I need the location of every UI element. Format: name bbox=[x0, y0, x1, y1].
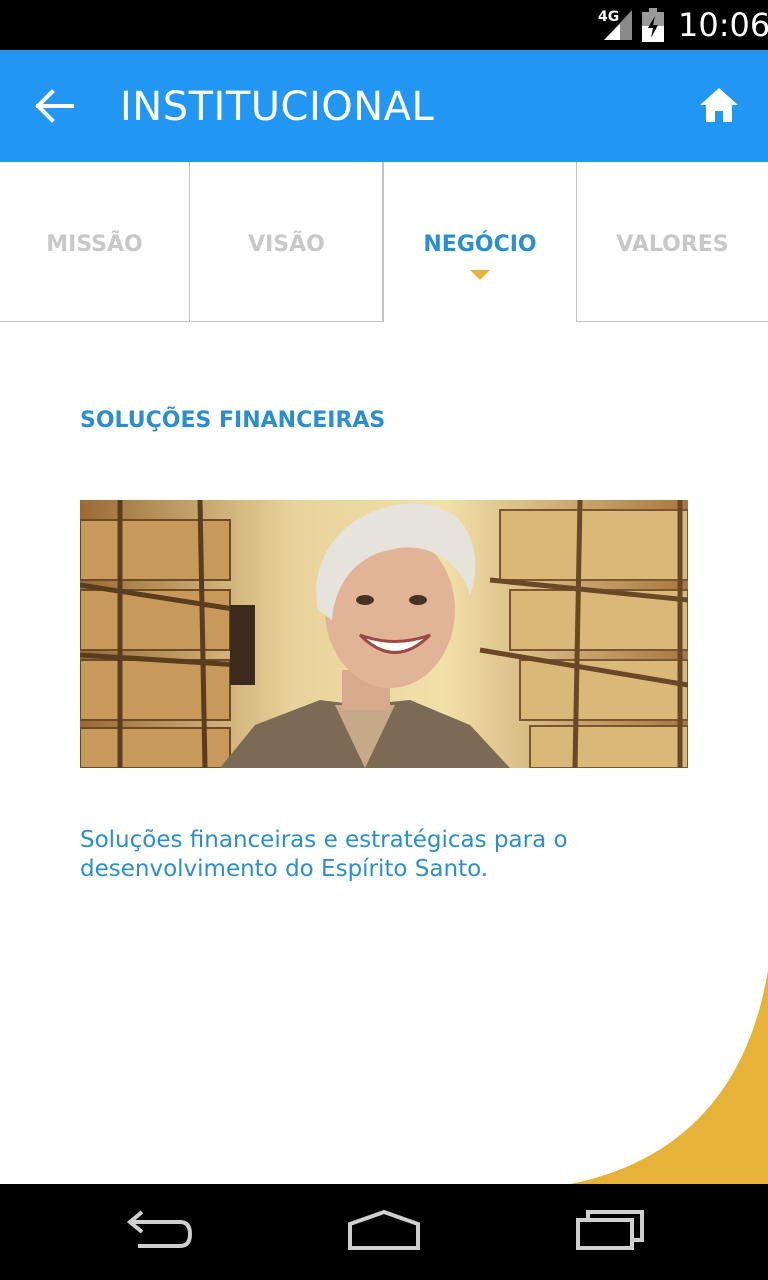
signal-icon bbox=[604, 10, 632, 40]
app-bar: INSTITUCIONAL bbox=[0, 50, 768, 162]
active-tab-indicator bbox=[470, 270, 490, 280]
tab-negocio[interactable]: NEGÓCIO bbox=[383, 162, 577, 322]
arrow-left-icon[interactable] bbox=[34, 88, 74, 124]
clock: 10:06 bbox=[678, 6, 768, 44]
battery-icon bbox=[642, 8, 664, 42]
system-nav-bar bbox=[0, 1184, 768, 1280]
section-title: SOLUÇÕES FINANCEIRAS bbox=[80, 408, 386, 433]
nav-recents-icon[interactable] bbox=[574, 1208, 646, 1252]
smiling-woman-in-warehouse-photo bbox=[80, 500, 688, 768]
home-icon[interactable] bbox=[698, 86, 740, 124]
decorative-curve bbox=[570, 970, 768, 1184]
status-bar: 4G 10:06 bbox=[0, 0, 768, 50]
page-title: INSTITUCIONAL bbox=[120, 84, 435, 130]
tab-missao[interactable]: MISSÃO bbox=[0, 162, 190, 322]
nav-home-icon[interactable] bbox=[346, 1208, 422, 1252]
tab-bar: MISSÃO VISÃO NEGÓCIO VALORES bbox=[0, 162, 768, 324]
description-text: Soluções financeiras e estratégicas para… bbox=[80, 827, 568, 882]
tab-visao[interactable]: VISÃO bbox=[191, 162, 383, 322]
tab-label: VISÃO bbox=[248, 232, 325, 257]
tab-label: VALORES bbox=[616, 232, 729, 257]
tab-valores[interactable]: VALORES bbox=[577, 162, 768, 322]
tab-label: NEGÓCIO bbox=[423, 232, 537, 257]
tab-label: MISSÃO bbox=[46, 232, 143, 257]
nav-back-icon[interactable] bbox=[124, 1208, 194, 1252]
